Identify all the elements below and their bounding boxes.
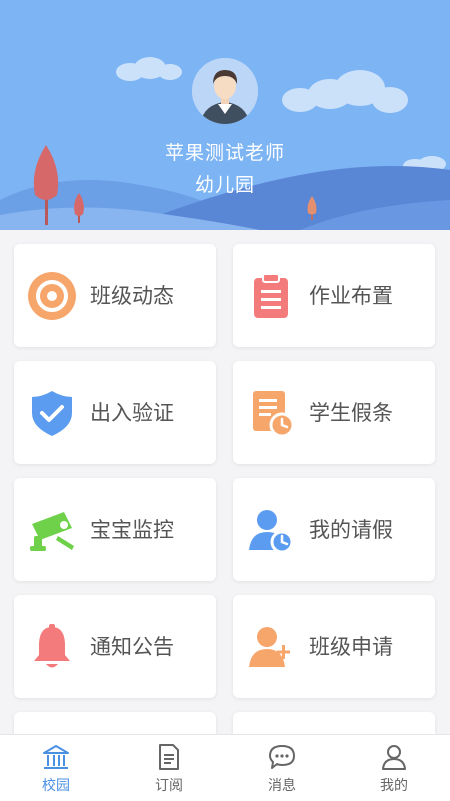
- school-icon: [43, 745, 69, 769]
- user-clock-icon: [249, 510, 294, 554]
- menu-item-access-verify[interactable]: 出入验证: [14, 361, 216, 464]
- feature-grid: 班级动态 作业布置 出入验证 学生假条 宝宝监控 我的请假 通知公告 班级申请: [0, 230, 450, 734]
- profile-header: 苹果测试老师 幼儿园: [0, 0, 450, 230]
- avatar[interactable]: [192, 58, 258, 124]
- bottom-tab-bar: 校园 订阅 消息 我的: [0, 734, 450, 801]
- menu-item-more[interactable]: [233, 712, 435, 734]
- tab-label: 我的: [380, 778, 408, 794]
- menu-item-my-leave[interactable]: 我的请假: [233, 478, 435, 581]
- menu-item-homework[interactable]: 作业布置: [233, 244, 435, 347]
- shield-check-icon: [32, 391, 72, 436]
- chat-icon: [269, 745, 295, 769]
- menu-item-class-apply[interactable]: 班级申请: [233, 595, 435, 698]
- avatar-person-icon: [192, 58, 258, 124]
- school-name: 幼儿园: [194, 174, 255, 196]
- tab-campus[interactable]: 校园: [0, 735, 112, 801]
- target-icon: [28, 272, 76, 320]
- menu-item-label: 宝宝监控: [90, 518, 174, 542]
- document-icon: [159, 744, 179, 770]
- user-add-icon: [249, 627, 290, 667]
- menu-item-baby-monitor[interactable]: 宝宝监控: [14, 478, 216, 581]
- bell-icon: [34, 624, 70, 668]
- menu-item-label: 班级动态: [90, 284, 174, 308]
- tab-label: 消息: [268, 778, 296, 794]
- clipboard-icon: [254, 273, 288, 318]
- tab-mine[interactable]: 我的: [338, 735, 450, 801]
- menu-item-label: 通知公告: [90, 635, 174, 659]
- menu-item-notice[interactable]: 通知公告: [14, 595, 216, 698]
- menu-item-label: 学生假条: [309, 401, 393, 425]
- tab-messages[interactable]: 消息: [226, 735, 338, 801]
- menu-item-label: 我的请假: [309, 518, 393, 542]
- menu-item-student-leave[interactable]: 学生假条: [233, 361, 435, 464]
- teacher-name: 苹果测试老师: [164, 142, 285, 164]
- tab-label: 订阅: [155, 778, 183, 794]
- menu-item-label: 出入验证: [90, 401, 174, 425]
- camera-icon: [30, 512, 74, 551]
- menu-item-label: 作业布置: [309, 284, 393, 308]
- tab-subscribe[interactable]: 订阅: [113, 735, 225, 801]
- menu-item-class-updates[interactable]: 班级动态: [14, 244, 216, 347]
- menu-item-more[interactable]: [14, 712, 216, 734]
- menu-item-label: 班级申请: [309, 635, 393, 659]
- tab-label: 校园: [42, 778, 70, 794]
- document-clock-icon: [253, 391, 295, 437]
- user-icon: [382, 745, 406, 770]
